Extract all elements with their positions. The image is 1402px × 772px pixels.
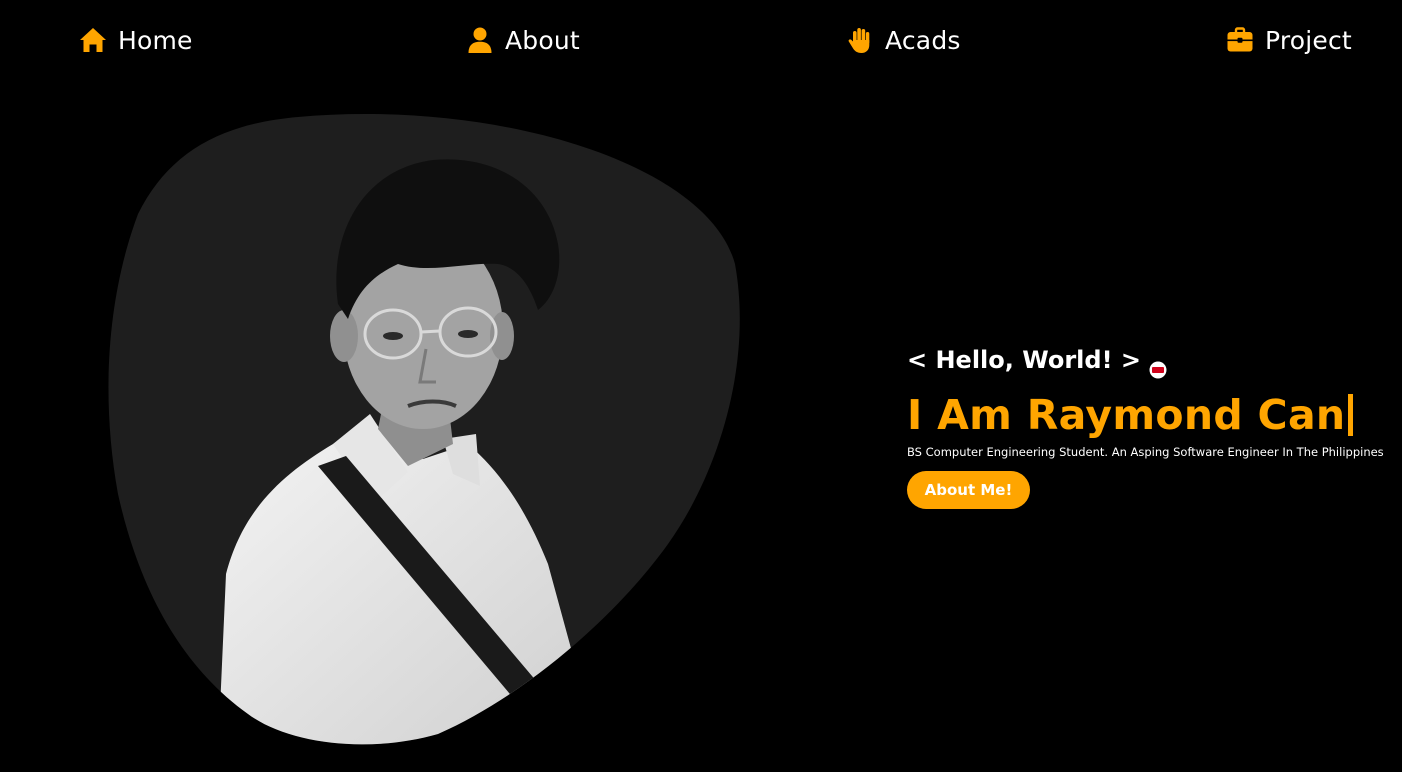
headline: I Am Raymond Can	[907, 390, 1402, 440]
about-me-button[interactable]: About Me!	[907, 471, 1030, 509]
hero-section: < Hello, World! > I Am Raymond Can BS Co…	[907, 340, 1402, 509]
nav-about-link[interactable]: About	[465, 22, 580, 58]
top-nav: Home About Acads Project	[0, 0, 1402, 80]
profile-photo-blob	[108, 114, 740, 746]
briefcase-icon	[1225, 25, 1255, 55]
nav-acads-label: Acads	[885, 25, 961, 55]
hand-icon	[845, 25, 875, 55]
typing-cursor	[1348, 394, 1354, 436]
subtitle: BS Computer Engineering Student. An Aspi…	[907, 445, 1384, 459]
nav-about-label: About	[505, 25, 580, 55]
nav-project-label: Project	[1265, 25, 1352, 55]
profile-photo	[108, 114, 740, 745]
user-icon	[465, 25, 495, 55]
nav-acads-link[interactable]: Acads	[845, 22, 961, 58]
nav-project-link[interactable]: Project	[1225, 22, 1352, 58]
greeting-text: < Hello, World! >	[907, 346, 1141, 374]
greeting: < Hello, World! >	[907, 340, 1402, 380]
nav-home-label: Home	[118, 25, 193, 55]
page: Home About Acads Project < Hello, World!…	[0, 0, 1402, 772]
home-icon	[78, 25, 108, 55]
flag-icon	[1149, 351, 1167, 379]
headline-text: I Am Raymond Can	[907, 391, 1346, 439]
nav-home-link[interactable]: Home	[78, 22, 193, 58]
